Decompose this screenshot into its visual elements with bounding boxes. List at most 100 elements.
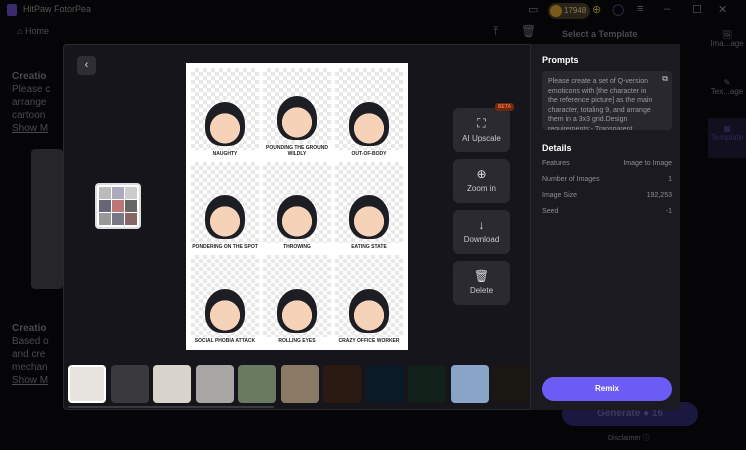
trash-icon[interactable]: 🗑 — [521, 24, 536, 38]
creation-title: Creatio — [12, 323, 47, 334]
detail-row: Features Image to Image — [542, 160, 672, 176]
upload-icon[interactable]: ⤒ — [493, 24, 498, 39]
add-credits-icon[interactable]: ⊕ — [592, 3, 601, 16]
remix-button[interactable]: Remix — [542, 377, 672, 401]
creation-text: mechan — [12, 362, 48, 373]
sticker-cell: NAUGHTY — [191, 68, 259, 158]
sticker-label: THROWING — [263, 243, 331, 252]
tab-label: Template — [710, 133, 744, 142]
thumbnail[interactable] — [323, 365, 361, 403]
sticker-cell: OUT-OF-BODY — [335, 68, 403, 158]
zoom-in-icon: ⊕ — [476, 167, 487, 181]
creation-text: arrange — [12, 97, 47, 108]
credits-count: 17948 — [564, 6, 587, 15]
sticker-label: CRAZY OFFICE WORKER — [335, 336, 403, 345]
creation-text: Please c — [12, 84, 51, 95]
sticker-label: PONDERING ON THE SPOT — [191, 243, 259, 252]
delete-button[interactable]: 🗑 Delete — [453, 261, 510, 305]
creation-text: and cre — [12, 349, 46, 360]
home-label: Home — [24, 26, 49, 36]
prompt-text-box[interactable]: Please create a set of Q-version emotico… — [542, 71, 672, 130]
detail-row: Image Size 192,253 — [542, 192, 672, 208]
sticker-label: SOCIAL PHOBIA ATTACK — [191, 336, 259, 345]
image-to-image-tab[interactable]: 🖼 Ima...age — [708, 30, 746, 66]
character-illustration — [277, 95, 317, 140]
window-icon[interactable]: ▭ — [528, 3, 538, 16]
credits-badge[interactable]: 17948 — [548, 3, 590, 19]
thumbnail[interactable] — [153, 365, 191, 403]
thumbnail[interactable] — [280, 365, 319, 403]
detail-value: 1 — [668, 176, 672, 183]
details-heading: Details — [542, 143, 572, 153]
prompt-text: Please create a set of Q-version emotico… — [548, 78, 653, 130]
show-more-link[interactable]: Show M — [12, 375, 48, 386]
thumbnail[interactable] — [238, 365, 276, 403]
detail-value: -1 — [665, 208, 672, 215]
home-icon: ⌂ — [17, 26, 23, 36]
character-illustration — [277, 195, 317, 240]
sticker-cell: ROLLING EYES — [263, 255, 331, 345]
title-bar: HitPaw FotorPea ▭ 17948 ⊕ ◯ ≡ – ☐ ✕ — [0, 0, 746, 22]
detail-key: Number of Images — [542, 176, 600, 183]
thumbnail[interactable] — [408, 365, 446, 403]
remix-label: Remix — [594, 384, 619, 393]
zoom-in-button[interactable]: ⊕ Zoom in — [453, 159, 510, 203]
text-to-image-tab[interactable]: ✎ Tex...age — [708, 78, 746, 118]
thumbnail[interactable] — [68, 365, 106, 403]
download-icon: ↓ — [478, 218, 485, 232]
sticker-label: EATING STATE — [335, 243, 403, 252]
detail-key: Features — [542, 160, 570, 167]
disclaimer-label: Disclaimer — [608, 435, 641, 442]
prompts-heading: Prompts — [542, 55, 579, 65]
close-icon[interactable]: ✕ — [718, 3, 727, 16]
sticker-cell: POUNDING THE GROUND WILDLY — [263, 68, 331, 158]
app-title: HitPaw FotorPea — [23, 4, 92, 14]
detail-value: 192,253 — [646, 192, 672, 199]
sticker-cell: PONDERING ON THE SPOT — [191, 161, 259, 252]
thumbnail[interactable] — [450, 365, 489, 403]
thumbnail[interactable] — [365, 365, 404, 403]
sticker-cell: THROWING — [263, 161, 331, 252]
tool-label: AI Upscale — [462, 134, 501, 143]
sticker-label: ROLLING EYES — [263, 336, 331, 345]
delete-icon: 🗑 — [473, 269, 490, 283]
ai-upscale-button[interactable]: ⛶ AI Upscale BETA — [453, 103, 514, 152]
sticker-cell: SOCIAL PHOBIA ATTACK — [191, 255, 259, 345]
minimize-icon[interactable]: – — [664, 3, 670, 15]
maximize-icon[interactable]: ☐ — [692, 3, 702, 16]
detail-value: Image to Image — [623, 160, 672, 167]
home-nav[interactable]: ⌂ Home — [17, 26, 49, 36]
thumbnail[interactable] — [110, 365, 149, 403]
tool-label: Zoom in — [467, 184, 496, 193]
main-image: NAUGHTY POUNDING THE GROUND WILDLY OUT-OF-… — [186, 63, 408, 350]
detail-key: Seed — [542, 208, 559, 215]
detail-key: Image Size — [542, 192, 578, 199]
coin-icon — [550, 5, 562, 17]
detail-row: Number of Images 1 — [542, 176, 672, 192]
thumbnail-scrollbar[interactable] — [68, 406, 274, 408]
download-button[interactable]: ↓ Download — [453, 210, 510, 254]
details-panel: Prompts Please create a set of Q-version… — [530, 44, 680, 410]
character-illustration — [349, 195, 389, 240]
back-button[interactable]: ‹ — [77, 56, 96, 75]
template-tab[interactable]: ▦ Template — [708, 118, 746, 158]
select-template-heading: Select a Template — [562, 29, 638, 39]
chevron-left-icon: ‹ — [84, 59, 89, 71]
sticker-label: POUNDING THE GROUND WILDLY — [263, 143, 331, 158]
sticker-cell: EATING STATE — [335, 161, 403, 252]
copy-icon[interactable]: ⧉ — [662, 74, 668, 84]
menu-icon[interactable]: ≡ — [637, 3, 643, 15]
creation-image[interactable] — [31, 149, 63, 289]
tool-label: Download — [463, 235, 500, 244]
creation-title: Creatio — [12, 71, 47, 82]
character-illustration — [277, 288, 317, 333]
account-icon[interactable]: ◯ — [612, 3, 624, 16]
thumbnail[interactable] — [195, 365, 234, 403]
show-more-link[interactable]: Show M — [12, 123, 48, 134]
thumbnail[interactable] — [493, 365, 531, 403]
disclaimer-link[interactable]: Disclaimer ⓘ — [608, 433, 650, 443]
sticker-cell: CRAZY OFFICE WORKER — [335, 255, 403, 345]
character-illustration — [205, 288, 245, 333]
sticker-label: NAUGHTY — [191, 149, 259, 158]
selected-preview-thumb[interactable] — [95, 183, 141, 229]
